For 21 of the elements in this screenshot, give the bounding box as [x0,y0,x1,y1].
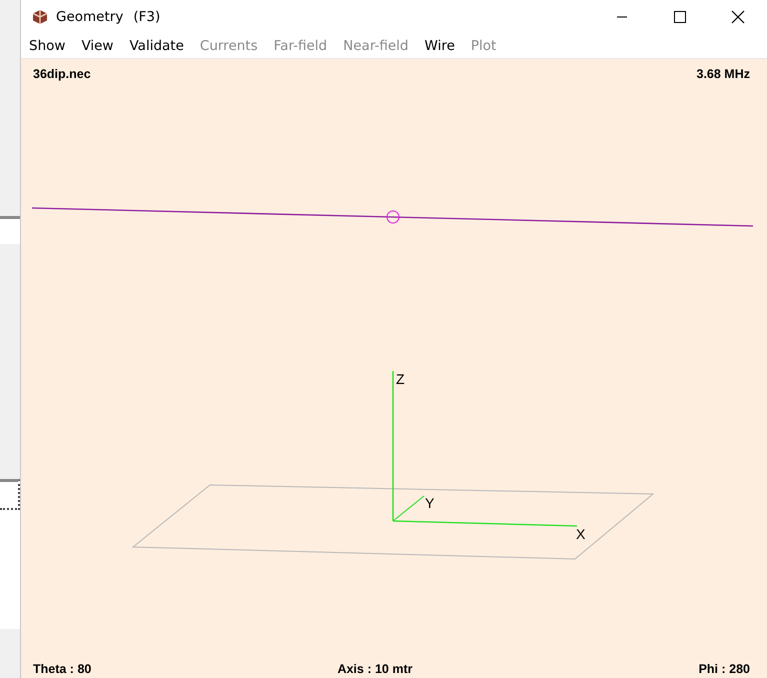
dotted-field[interactable] [0,479,20,510]
feed-point-marker [386,210,400,224]
menu-item[interactable]: Wire [416,38,463,54]
phi-label: Phi : 280 [698,662,750,676]
window-shortcut: (F3) [133,8,160,24]
minimize-icon [616,16,628,18]
menu-item[interactable]: Show [21,38,74,54]
file-name: 36dip.nec [33,67,91,81]
close-icon [731,10,745,24]
cube-icon [32,8,48,24]
frequency-label: 3.68 MHz [696,67,750,81]
maximize-icon [674,10,686,22]
theta-label: Theta : 80 [33,662,92,676]
axis-scale-label: Axis : 10 mtr [337,662,412,676]
axis-label: X [576,526,586,542]
y-axis [392,496,424,522]
menu-item[interactable]: View [73,38,122,54]
axis-label: Z [396,371,405,387]
menu-item[interactable]: Validate [121,38,192,54]
axis-label: Y [425,495,434,511]
window-title: Geometry [56,8,124,24]
